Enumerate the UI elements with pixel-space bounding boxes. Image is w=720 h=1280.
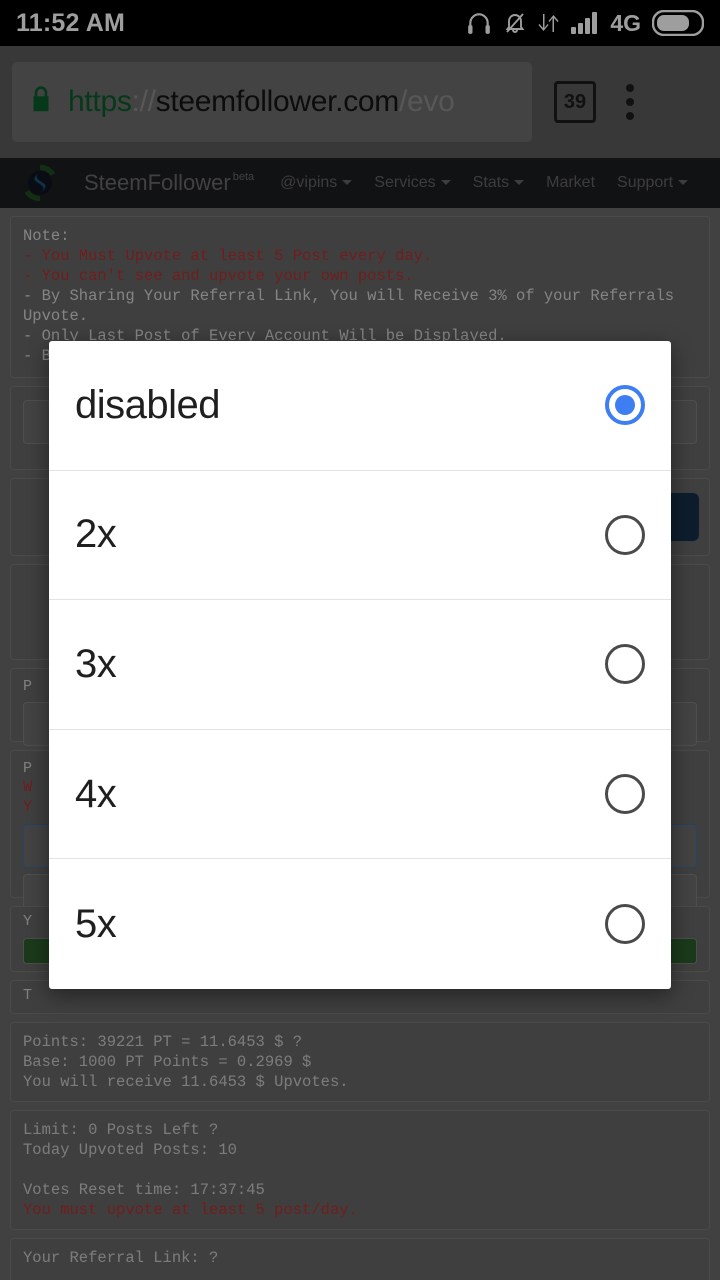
browser-menu-icon[interactable] bbox=[626, 84, 634, 120]
note-line-2: - You can't see and upvote your own post… bbox=[23, 267, 414, 285]
radio-5x[interactable] bbox=[605, 904, 645, 945]
nav-item-stats-label: Stats bbox=[472, 174, 510, 191]
dialog-option-disabled-label: disabled bbox=[75, 382, 221, 427]
nav-item-services[interactable]: Services bbox=[374, 174, 451, 192]
base-line: Base: 1000 PT Points = 0.2969 $ bbox=[23, 1053, 312, 1071]
battery-icon bbox=[652, 10, 704, 36]
status-bar-icons: 4G bbox=[466, 10, 704, 37]
limit-posts-left: Limit: 0 Posts Left ? bbox=[23, 1121, 219, 1139]
radio-2x[interactable] bbox=[605, 514, 645, 555]
site-nav-items: @vipins Services Stats Market Support bbox=[280, 174, 689, 192]
points-line: Points: 39221 PT = 11.6453 $ ? bbox=[23, 1033, 303, 1051]
url-scheme: https bbox=[68, 85, 132, 118]
url-separator: :// bbox=[131, 85, 156, 118]
limit-warning: You must upvote at least 5 post/day. bbox=[23, 1201, 358, 1219]
nav-item-stats[interactable]: Stats bbox=[472, 174, 525, 192]
note-line-1: - You Must Upvote at least 5 Post every … bbox=[23, 247, 433, 265]
nav-item-account[interactable]: @vipins bbox=[280, 174, 353, 192]
dialog-option-disabled[interactable]: disabled bbox=[49, 341, 671, 471]
radio-4x[interactable] bbox=[605, 774, 645, 815]
receive-line: You will receive 11.6453 $ Upvotes. bbox=[23, 1073, 349, 1091]
referral-panel: Your Referral Link: ? https://steemfollo… bbox=[10, 1238, 710, 1280]
bell-muted-icon bbox=[503, 11, 527, 35]
headphones-icon bbox=[466, 10, 492, 36]
dialog-option-5x-label: 5x bbox=[75, 901, 117, 946]
signal-bars-icon bbox=[571, 12, 599, 34]
limit-spacer bbox=[23, 1160, 697, 1180]
site-brand-beta-badge: beta bbox=[232, 171, 255, 183]
steemfollower-logo-icon[interactable] bbox=[14, 158, 66, 208]
browser-toolbar: https://steemfollower.com/evo 39 bbox=[0, 46, 720, 158]
radio-disabled[interactable] bbox=[605, 385, 645, 426]
upvote-multiplier-select-dialog: disabled 2x 3x 4x 5x bbox=[49, 341, 671, 989]
dialog-option-5x[interactable]: 5x bbox=[49, 859, 671, 989]
nav-item-market[interactable]: Market bbox=[546, 174, 595, 192]
referral-label: Your Referral Link: ? bbox=[23, 1249, 219, 1267]
dialog-option-3x[interactable]: 3x bbox=[49, 600, 671, 730]
dialog-option-2x[interactable]: 2x bbox=[49, 471, 671, 601]
referral-spacer bbox=[23, 1268, 697, 1280]
note-line-3: - By Sharing Your Referral Link, You wil… bbox=[23, 287, 675, 325]
note-title: Note: bbox=[23, 227, 70, 245]
today-upvoted-posts: Today Upvoted Posts: 10 bbox=[23, 1141, 237, 1159]
url-host: steemfollower.com bbox=[155, 85, 400, 118]
site-brand[interactable]: SteemFollower beta bbox=[84, 170, 254, 196]
radio-3x[interactable] bbox=[605, 644, 645, 685]
tab-switcher-button[interactable]: 39 bbox=[554, 81, 596, 123]
nav-item-support-label: Support bbox=[617, 174, 674, 191]
points-panel: Points: 39221 PT = 11.6453 $ ? Base: 100… bbox=[10, 1022, 710, 1102]
nav-item-support[interactable]: Support bbox=[617, 174, 689, 192]
limit-panel: Limit: 0 Posts Left ? Today Upvoted Post… bbox=[10, 1110, 710, 1230]
status-bar-clock: 11:52 AM bbox=[16, 8, 126, 37]
url-path: /evo bbox=[398, 85, 455, 118]
network-type-label: 4G bbox=[610, 9, 641, 36]
site-brand-label: SteemFollower bbox=[84, 170, 231, 195]
nav-item-account-label: @vipins bbox=[280, 174, 338, 191]
chevron-down-icon bbox=[342, 180, 353, 186]
chevron-down-icon bbox=[514, 180, 525, 186]
dialog-option-3x-label: 3x bbox=[75, 641, 117, 686]
chevron-down-icon bbox=[440, 180, 451, 186]
site-navbar: SteemFollower beta @vipins Services Stat… bbox=[0, 158, 720, 208]
votes-reset-time: Votes Reset time: 17:37:45 bbox=[23, 1181, 265, 1199]
address-bar-url: https://steemfollower.com/evo bbox=[68, 85, 455, 119]
phone-screen: 11:52 AM 4G https://steemfollower.com/ev… bbox=[0, 0, 720, 1280]
chevron-down-icon bbox=[678, 180, 689, 186]
nav-item-services-label: Services bbox=[374, 174, 436, 191]
obscured-panel-g-title: T bbox=[23, 987, 33, 1004]
dialog-option-2x-label: 2x bbox=[75, 512, 117, 557]
status-bar: 11:52 AM 4G bbox=[0, 0, 720, 46]
nav-item-market-label: Market bbox=[546, 174, 596, 191]
data-transfer-icon bbox=[538, 11, 560, 35]
dialog-option-4x-label: 4x bbox=[75, 771, 117, 816]
secure-lock-icon bbox=[28, 85, 54, 120]
address-bar[interactable]: https://steemfollower.com/evo bbox=[12, 62, 532, 142]
dialog-option-4x[interactable]: 4x bbox=[49, 730, 671, 860]
